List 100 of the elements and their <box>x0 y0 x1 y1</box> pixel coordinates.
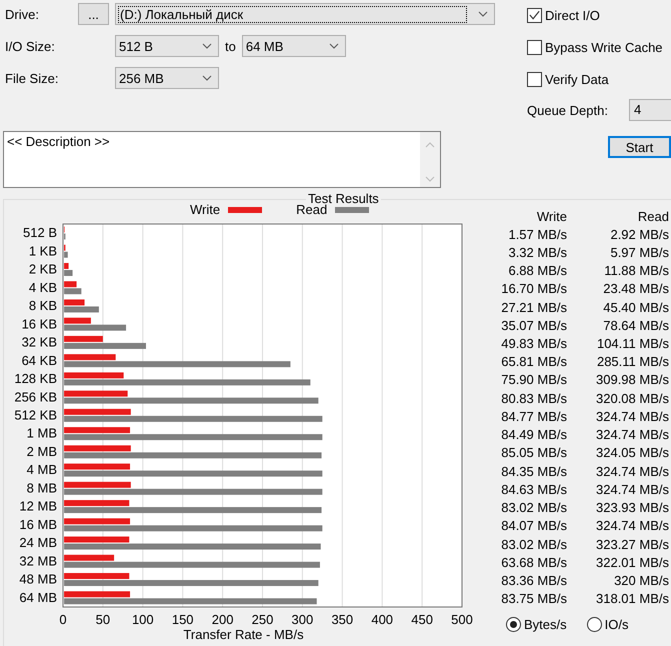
radio-label: Bytes/s <box>524 616 567 632</box>
size-label: 8 MB <box>26 480 57 496</box>
queue-depth-label: Queue Depth: <box>527 102 608 118</box>
table-cell-text: 75.90 MB/s <box>500 372 567 388</box>
checkbox[interactable] <box>527 8 542 22</box>
table-cell-text: 80.83 MB/s <box>500 390 567 406</box>
tick-label: 150 <box>172 612 194 627</box>
radio-button[interactable] <box>506 616 521 632</box>
size-label: 4 MB <box>26 462 57 478</box>
tick-label: 50 <box>96 612 110 627</box>
chevron-icon <box>202 75 212 81</box>
table-cell-text: 85.05 MB/s <box>500 445 567 460</box>
checkbox-label: Verify Data <box>545 72 609 86</box>
size-label: 48 MB <box>19 572 57 587</box>
checkbox[interactable] <box>527 72 542 86</box>
size-label: 2 KB <box>28 262 57 277</box>
table-cell-text: 104.11 MB/s <box>596 336 669 352</box>
size-label: 512 KB <box>14 408 57 422</box>
column-header: Write <box>536 208 567 224</box>
table-cell-text: 83.36 MB/s <box>500 573 567 588</box>
chevron-icon <box>202 43 212 49</box>
size-label: 12 MB <box>19 498 57 514</box>
start-button[interactable]: Start <box>608 136 671 158</box>
file-size-dropdown[interactable]: 256 MB <box>115 67 219 89</box>
radio-button[interactable] <box>586 616 602 632</box>
tick-label: 200 <box>212 612 234 627</box>
size-label: 512 B <box>23 225 57 240</box>
size-label: 1 MB <box>26 426 57 441</box>
chevron-icon <box>478 11 488 17</box>
table-cell-text: 84.07 MB/s <box>500 518 567 534</box>
table-cell-text: 324.74 MB/s <box>595 427 669 442</box>
tick-label: 250 <box>252 612 274 627</box>
scroll-up-icon <box>425 142 435 148</box>
io-size-from-dropdown[interactable]: 512 B <box>115 35 219 57</box>
table-cell-text: 45.40 MB/s <box>602 300 669 315</box>
io-size-to-dropdown[interactable]: 64 MB <box>242 35 346 57</box>
table-cell-text: 83.02 MB/s <box>500 536 567 552</box>
tick-label: 350 <box>331 612 354 627</box>
table-cell-text: 65.81 MB/s <box>500 354 567 370</box>
description-field[interactable]: << Description >> <box>3 131 441 188</box>
queue-depth-field[interactable]: 4 <box>629 99 671 121</box>
table-cell-text: 35.07 MB/s <box>500 318 567 333</box>
size-label: 16 MB <box>19 516 57 532</box>
size-label: 4 KB <box>28 280 57 295</box>
axis-title: Transfer Rate - MB/s <box>183 627 304 641</box>
table-cell-text: 318.01 MB/s <box>595 591 669 606</box>
table-cell-text: 16.70 MB/s <box>500 281 567 296</box>
checkbox-label: Direct I/O <box>545 8 600 22</box>
table-cell-text: 63.68 MB/s <box>500 554 567 570</box>
table-cell-text: 6.88 MB/s <box>507 263 567 278</box>
scroll-down-icon <box>425 176 435 182</box>
size-label: 24 MB <box>19 535 57 550</box>
radio-label: IO/s <box>604 616 628 632</box>
table-cell-text: 23.48 MB/s <box>602 281 669 296</box>
file-size-label: File Size: <box>4 70 60 86</box>
tick-label: 450 <box>411 612 433 627</box>
drive-dropdown[interactable]: (D:) Локальный диск <box>115 3 495 25</box>
table-cell-text: 322.01 MB/s <box>595 554 669 570</box>
table-cell-text: 84.63 MB/s <box>500 482 567 497</box>
table-cell-text: 27.21 MB/s <box>500 300 567 315</box>
table-cell-text: 324.74 MB/s <box>595 482 669 497</box>
to-label: to <box>225 38 236 54</box>
table-cell-text: 323.27 MB/s <box>595 536 669 552</box>
tick-label: 100 <box>132 612 154 627</box>
browse-button[interactable]: ... <box>78 3 109 25</box>
column-header: Read <box>636 208 669 224</box>
size-label: 64 KB <box>22 352 57 368</box>
table-cell-text: 5.97 MB/s <box>609 244 669 260</box>
table-cell-text: 78.64 MB/s <box>602 318 669 333</box>
size-label: 16 KB <box>22 316 57 332</box>
size-label: 2 MB <box>26 444 57 459</box>
checkbox[interactable] <box>527 40 542 54</box>
table-cell-text: 1.57 MB/s <box>507 226 567 242</box>
table-cell-text: 309.98 MB/s <box>595 372 669 388</box>
table-cell-text: 324.74 MB/s <box>595 464 669 479</box>
drive-label: Drive: <box>4 6 40 22</box>
table-cell-text: 83.75 MB/s <box>500 591 567 606</box>
io-size-label: I/O Size: <box>4 38 56 54</box>
table-cell-text: 324.05 MB/s <box>595 445 669 460</box>
table-cell-text: 2.92 MB/s <box>609 226 669 242</box>
table-cell-text: 3.32 MB/s <box>507 244 567 260</box>
size-label: 1 KB <box>28 243 57 258</box>
tick-label: 500 <box>451 612 473 627</box>
chevron-icon <box>328 43 339 49</box>
table-cell-text: 84.49 MB/s <box>500 427 567 442</box>
table-cell-text: 285.11 MB/s <box>596 354 669 370</box>
size-label: 256 KB <box>14 389 57 404</box>
tick-label: 0 <box>59 612 67 627</box>
table-cell-text: 324.74 MB/s <box>595 408 669 424</box>
size-label: 64 MB <box>19 590 57 605</box>
size-label: 32 MB <box>19 553 57 568</box>
table-cell-text: 84.35 MB/s <box>500 464 567 479</box>
table-cell-text: 324.74 MB/s <box>595 518 669 534</box>
table-cell-text: 320 MB/s <box>613 573 669 588</box>
table-cell-text: 83.02 MB/s <box>500 500 567 516</box>
table-cell-text: 320.08 MB/s <box>595 390 669 406</box>
legend-label: Write <box>190 202 220 217</box>
table-cell-text: 323.93 MB/s <box>595 500 669 516</box>
checkbox-label: Bypass Write Cache <box>545 40 663 54</box>
table-cell-text: 84.77 MB/s <box>500 408 567 424</box>
